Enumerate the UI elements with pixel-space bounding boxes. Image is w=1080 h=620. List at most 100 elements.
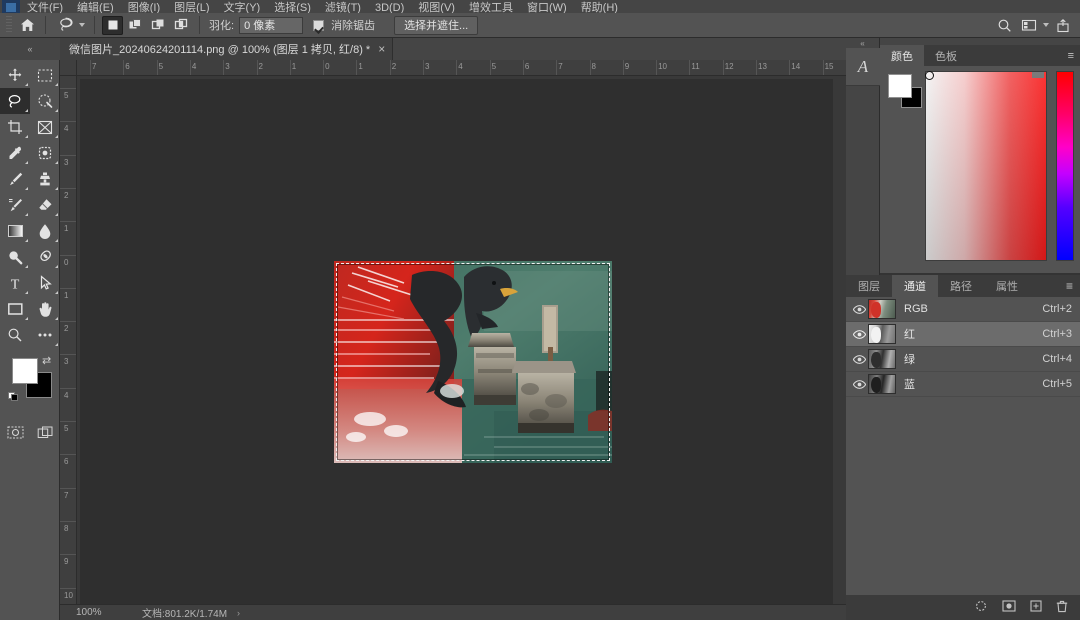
menu-help[interactable]: 帮助(H) (574, 0, 625, 13)
menu-3d[interactable]: 3D(D) (368, 0, 411, 13)
eye-icon[interactable] (850, 304, 868, 314)
type-tool[interactable]: T (0, 270, 30, 296)
tab-properties[interactable]: 属性 (984, 275, 1030, 297)
tool-preset-picker[interactable] (53, 15, 87, 35)
dodge-tool[interactable] (0, 244, 30, 270)
panel-foreground-swatch[interactable] (888, 74, 912, 98)
antialias-checkbox[interactable] (313, 19, 325, 31)
move-tool[interactable] (0, 62, 30, 88)
tab-channels[interactable]: 通道 (892, 275, 938, 297)
crop-tool[interactable] (0, 114, 30, 140)
intersect-selection-button[interactable] (171, 16, 192, 35)
channel-row-blue[interactable]: 蓝 Ctrl+5 (846, 372, 1080, 397)
menu-image[interactable]: 图像(I) (121, 0, 167, 13)
menu-select[interactable]: 选择(S) (267, 0, 318, 13)
tab-swatches[interactable]: 色板 (924, 45, 968, 66)
channel-row-rgb[interactable]: RGB Ctrl+2 (846, 297, 1080, 322)
ruler-label: 6 (64, 457, 69, 467)
ruler-label: 5 (491, 62, 497, 71)
options-bar-grip[interactable] (6, 16, 12, 34)
character-styles-icon[interactable]: A (846, 48, 880, 86)
subtract-from-selection-button[interactable] (148, 16, 169, 35)
panel-menu-icon[interactable]: ≡ (1068, 45, 1080, 66)
lasso-icon[interactable] (55, 15, 77, 35)
right-panel-collapse-button[interactable]: « (846, 38, 879, 48)
rectangle-tool[interactable] (0, 296, 30, 322)
menu-window[interactable]: 窗口(W) (520, 0, 574, 13)
default-colors-icon[interactable] (8, 390, 19, 401)
zoom-level[interactable]: 100% (60, 607, 120, 618)
tab-layers[interactable]: 图层 (846, 275, 892, 297)
blur-tool[interactable] (30, 218, 60, 244)
menu-file[interactable]: 文件(F) (20, 0, 70, 13)
document-workspace[interactable] (77, 76, 846, 620)
hue-slider[interactable] (1056, 71, 1074, 261)
channels-panel: 图层 通道 路径 属性 ≡ RGB Ctrl+2 红 Ctrl+3 绿 Ctrl… (846, 275, 1080, 620)
history-brush-tool[interactable] (0, 192, 30, 218)
lasso-tool[interactable] (0, 88, 30, 114)
menu-view[interactable]: 视图(V) (411, 0, 462, 13)
frame-tool[interactable] (30, 114, 60, 140)
color-picker-marker[interactable] (925, 71, 934, 80)
select-and-mask-button[interactable]: 选择并遮住... (394, 15, 479, 35)
menu-plugins[interactable]: 增效工具 (462, 0, 520, 13)
load-channel-as-selection-icon[interactable] (974, 600, 988, 615)
clone-stamp-tool[interactable] (30, 166, 60, 192)
tab-paths[interactable]: 路径 (938, 275, 984, 297)
menu-edit[interactable]: 编辑(E) (70, 0, 121, 13)
antialias-checkbox-row[interactable]: 消除锯齿 (313, 17, 380, 33)
tab-color[interactable]: 颜色 (880, 45, 924, 66)
channel-shortcut: Ctrl+5 (1042, 378, 1072, 390)
image-content[interactable] (334, 261, 612, 463)
edit-toolbar-tool[interactable] (30, 322, 60, 348)
menu-type[interactable]: 文字(Y) (217, 0, 268, 13)
document-canvas[interactable] (80, 79, 833, 617)
horizontal-ruler[interactable]: 7 6 5 4 3 2 1 0 1 2 3 4 5 6 7 8 9 10 11 12 13 14 15 (60, 60, 846, 76)
eraser-tool[interactable] (30, 192, 60, 218)
ruler-label: 8 (64, 523, 69, 533)
arrange-documents-icon[interactable] (1018, 15, 1040, 35)
delete-channel-icon[interactable] (1056, 600, 1068, 616)
chevron-down-icon[interactable] (1043, 23, 1049, 27)
save-selection-as-channel-icon[interactable] (1002, 600, 1016, 615)
close-icon[interactable]: × (378, 43, 385, 55)
vertical-ruler[interactable]: 5432101234567891011 (60, 76, 77, 620)
new-selection-button[interactable] (102, 15, 123, 35)
hand-tool[interactable] (30, 296, 60, 322)
status-expand-icon[interactable]: › (237, 608, 240, 618)
chevron-down-icon[interactable] (79, 23, 85, 27)
ruler-tick (60, 421, 76, 422)
path-selection-tool[interactable] (30, 270, 60, 296)
menu-filter[interactable]: 滤镜(T) (318, 0, 368, 13)
color-picker-field[interactable] (925, 71, 1047, 261)
screen-mode-icon[interactable] (30, 420, 60, 444)
search-icon[interactable] (993, 15, 1015, 35)
eye-icon[interactable] (850, 379, 868, 389)
rectangular-marquee-tool[interactable] (30, 62, 60, 88)
quick-selection-tool[interactable] (30, 88, 60, 114)
color-panel-body (880, 66, 1080, 273)
share-icon[interactable] (1052, 15, 1074, 35)
zoom-tool[interactable] (0, 322, 30, 348)
new-channel-icon[interactable] (1030, 600, 1042, 615)
channel-row-red[interactable]: 红 Ctrl+3 (846, 322, 1080, 347)
menu-layer[interactable]: 图层(L) (167, 0, 216, 13)
channel-row-green[interactable]: 绿 Ctrl+4 (846, 347, 1080, 372)
document-tab[interactable]: 微信图片_20240624201114.png @ 100% (图层 1 拷贝,… (60, 38, 394, 60)
eyedropper-tool[interactable] (0, 140, 30, 166)
feather-input[interactable] (239, 16, 304, 34)
pen-tool[interactable] (30, 244, 60, 270)
left-panel-collapse-button[interactable]: « (0, 38, 60, 60)
swap-colors-icon[interactable]: ⇄ (42, 354, 51, 367)
eye-icon[interactable] (850, 354, 868, 364)
brush-tool[interactable] (0, 166, 30, 192)
gradient-tool[interactable] (0, 218, 30, 244)
quick-mask-icon[interactable] (0, 420, 30, 444)
spot-healing-brush-tool[interactable] (30, 140, 60, 166)
panel-menu-icon[interactable]: ≡ (1066, 275, 1080, 297)
eye-icon[interactable] (850, 329, 868, 339)
foreground-color-swatch[interactable] (12, 358, 38, 384)
home-icon[interactable] (16, 15, 38, 35)
ruler-tick (60, 221, 76, 223)
add-to-selection-button[interactable] (125, 16, 146, 35)
